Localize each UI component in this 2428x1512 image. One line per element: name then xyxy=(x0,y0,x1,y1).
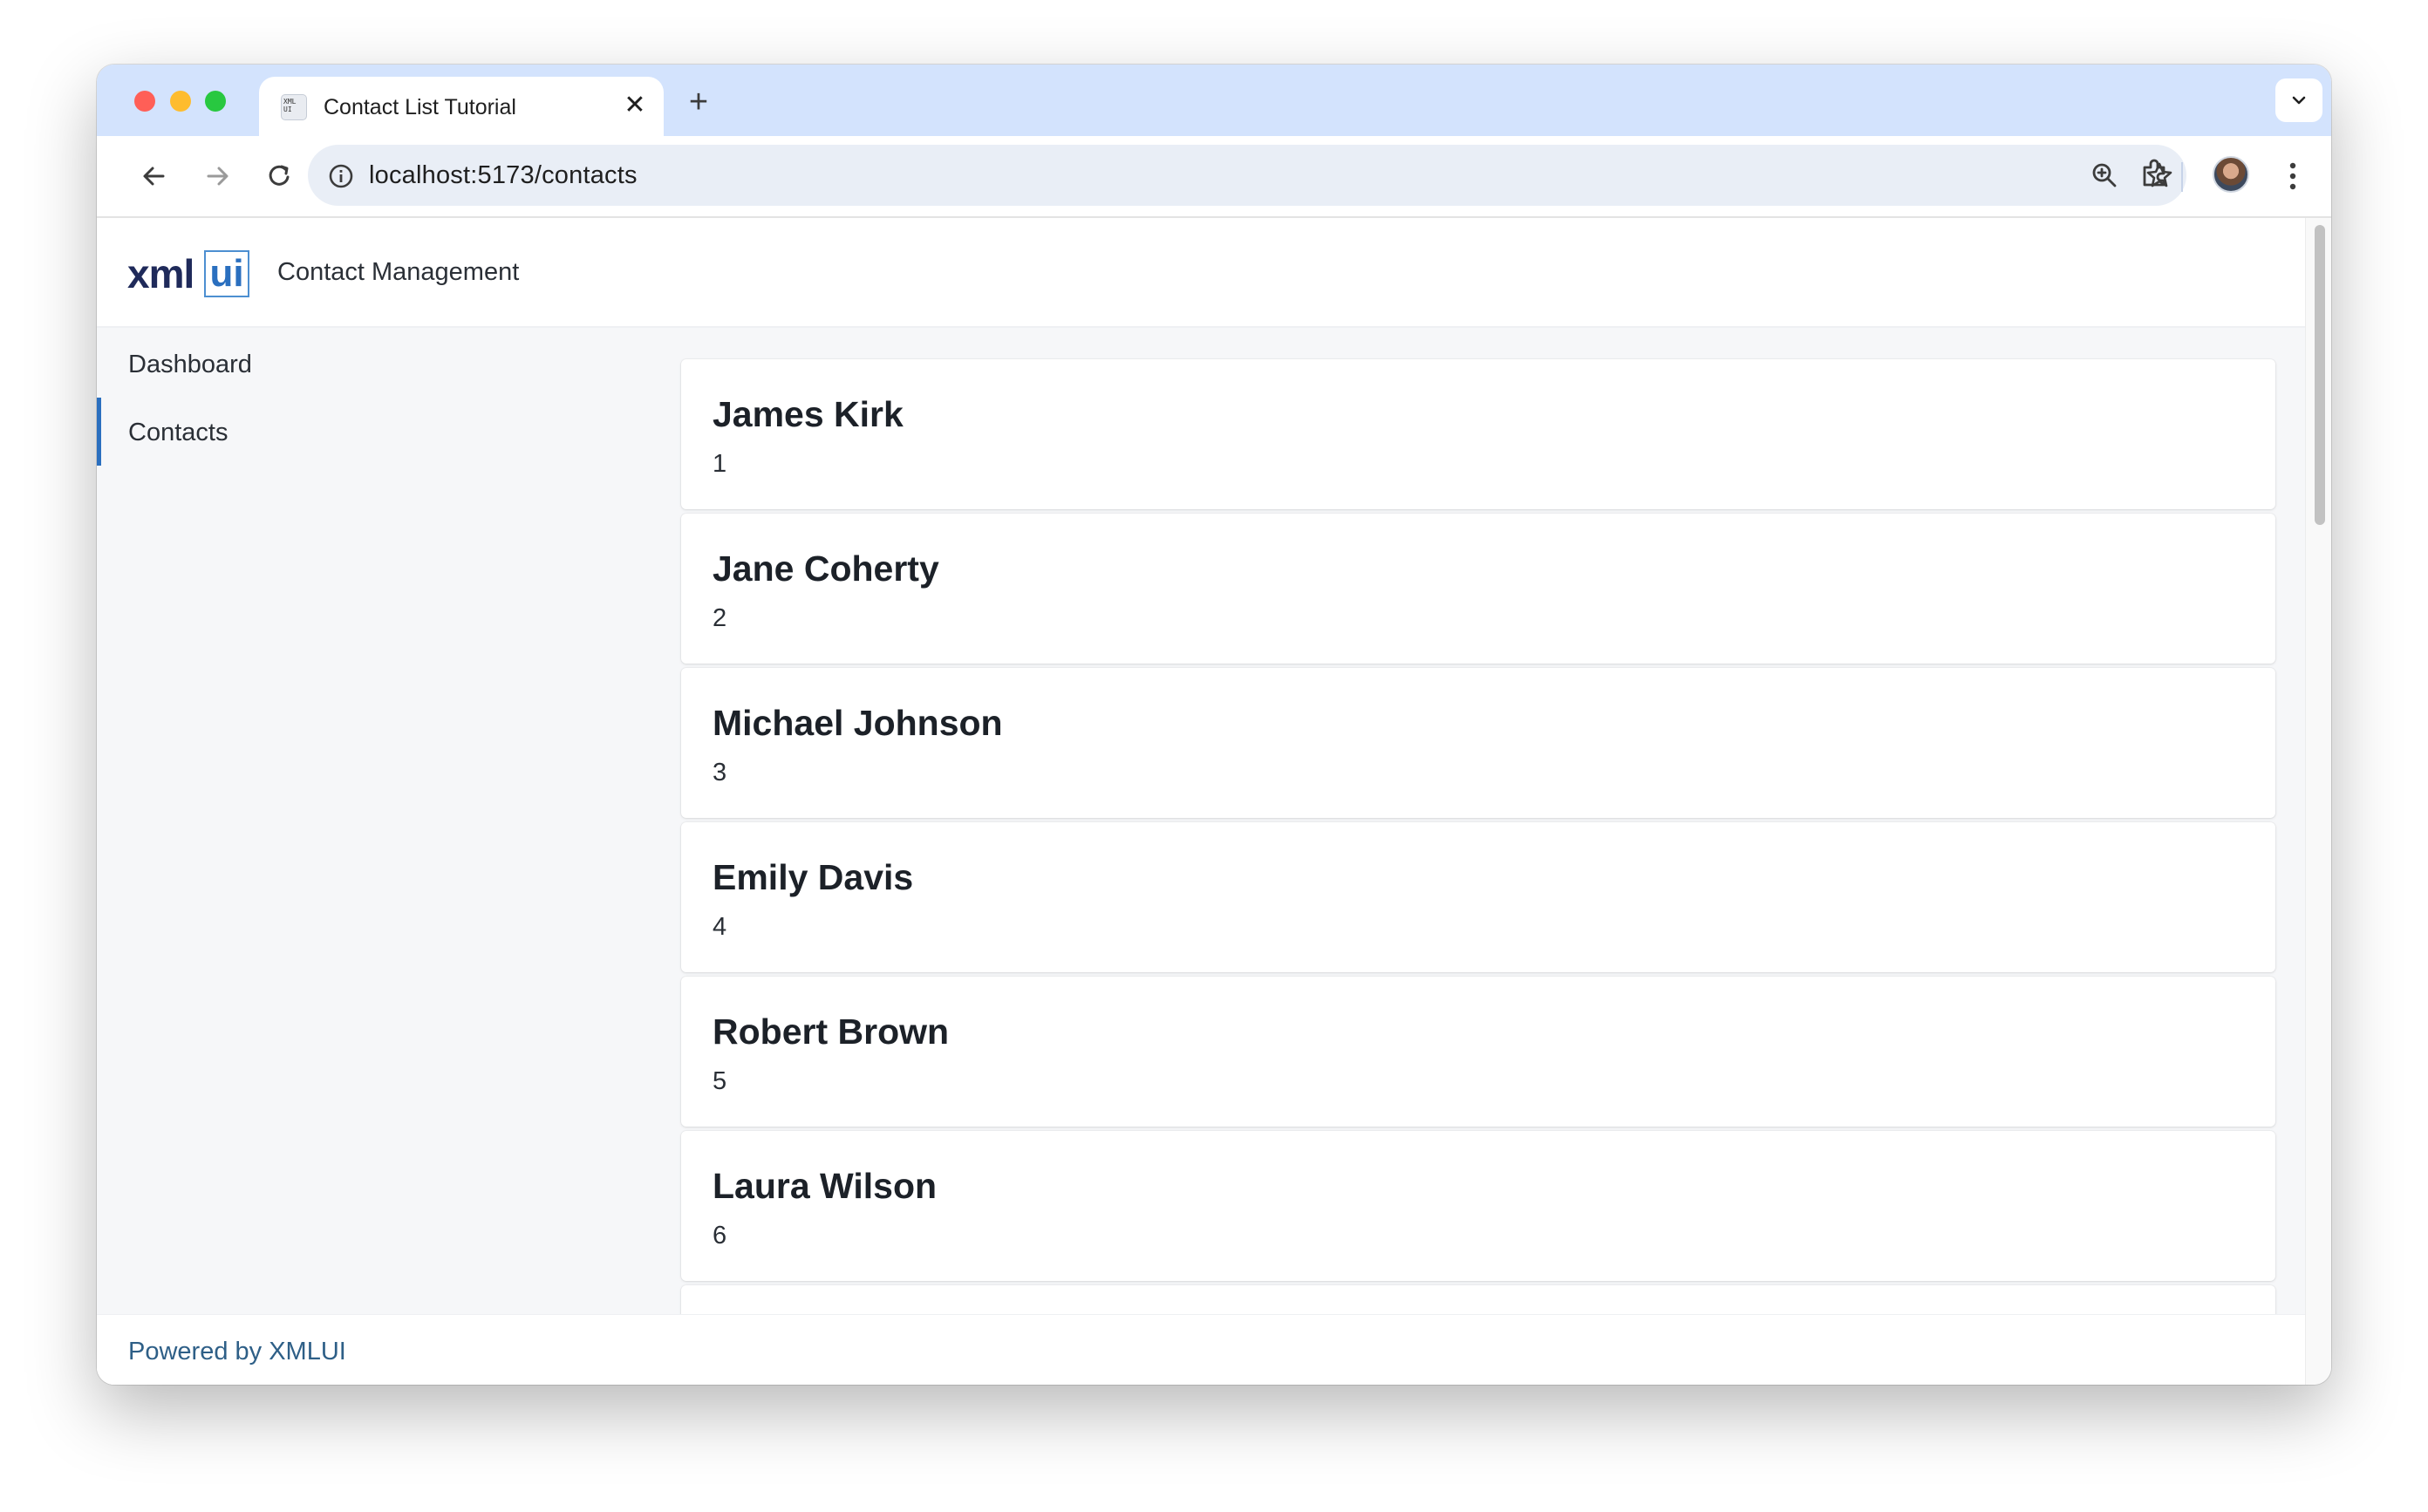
arrow-left-icon xyxy=(143,167,165,186)
close-window-button[interactable] xyxy=(134,91,155,112)
contact-name: Michael Johnson xyxy=(713,703,1003,743)
extensions-puzzle-icon[interactable] xyxy=(2138,155,2172,190)
xmlui-favicon-icon: XML UI xyxy=(281,94,307,120)
app-footer: Powered by XMLUI xyxy=(97,1314,2305,1385)
contact-name: Robert Brown xyxy=(713,1011,950,1052)
tab-search-button[interactable] xyxy=(2275,78,2322,122)
contact-id: 3 xyxy=(713,759,727,787)
contact-card[interactable]: Michael Johnson 3 xyxy=(681,668,2275,818)
sidebar-item-label: Dashboard xyxy=(128,351,252,378)
powered-by-link[interactable]: Powered by XMLUI xyxy=(128,1338,346,1366)
contact-id: 4 xyxy=(713,913,727,941)
page-viewport: xml ui Contact Management Dashboard Cont… xyxy=(97,218,2305,1385)
back-button[interactable] xyxy=(137,159,172,194)
chevron-down-icon xyxy=(2292,96,2306,105)
sidebar-nav: Dashboard Contacts xyxy=(97,328,650,1314)
more-menu-icon[interactable] xyxy=(2286,159,2300,194)
tab-contact-list-tutorial[interactable]: XML UI Contact List Tutorial ✕ xyxy=(259,77,664,136)
sidebar-item-label: Contacts xyxy=(128,419,228,446)
minimize-window-button[interactable] xyxy=(170,91,191,112)
contact-card[interactable]: Emily Davis 4 xyxy=(681,822,2275,972)
logo-xml-text: xml xyxy=(127,251,194,296)
tab-title: Contact List Tutorial xyxy=(324,95,516,119)
tab-strip: XML UI Contact List Tutorial ✕ + xyxy=(97,65,2331,136)
contact-card[interactable]: James Kirk 1 xyxy=(681,359,2275,509)
browser-window: XML UI Contact List Tutorial ✕ + localho… xyxy=(97,65,2331,1385)
toolbar-divider xyxy=(2181,162,2183,192)
browser-toolbar: localhost:5173/contacts xyxy=(97,136,2331,218)
sidebar-item-contacts[interactable]: Contacts xyxy=(97,398,650,466)
contact-card[interactable] xyxy=(681,1285,2275,1314)
vertical-scrollbar[interactable] xyxy=(2305,218,2331,1385)
contact-name: James Kirk xyxy=(713,394,904,434)
contact-id: 1 xyxy=(713,450,727,478)
contact-name: Jane Coherty xyxy=(713,548,939,589)
profile-avatar[interactable] xyxy=(2213,156,2249,193)
address-bar[interactable]: localhost:5173/contacts xyxy=(308,145,2186,206)
forward-button[interactable] xyxy=(200,159,235,194)
contact-id: 5 xyxy=(713,1067,727,1095)
site-info-icon[interactable] xyxy=(327,162,355,190)
scrollbar-thumb[interactable] xyxy=(2315,225,2325,525)
reload-icon xyxy=(269,165,290,186)
active-nav-indicator xyxy=(97,398,101,466)
arrow-right-icon xyxy=(207,167,228,186)
contact-name: Laura Wilson xyxy=(713,1166,938,1206)
logo-ui-text: ui xyxy=(204,250,249,297)
app-title: Contact Management xyxy=(277,258,520,286)
contact-card[interactable]: Jane Coherty 2 xyxy=(681,514,2275,664)
url-text[interactable]: localhost:5173/contacts xyxy=(369,161,638,190)
contact-name: Emily Davis xyxy=(713,857,914,897)
new-tab-button[interactable]: + xyxy=(681,85,716,120)
sidebar-item-dashboard[interactable]: Dashboard xyxy=(97,330,650,398)
contacts-list: James Kirk 1 Jane Coherty 2 Michael John… xyxy=(650,328,2305,1314)
reload-button[interactable] xyxy=(263,159,297,194)
contact-id: 6 xyxy=(713,1222,727,1250)
zoom-window-button[interactable] xyxy=(205,91,226,112)
contact-card[interactable]: Laura Wilson 6 xyxy=(681,1131,2275,1281)
contact-id: 2 xyxy=(713,604,727,632)
zoom-icon[interactable] xyxy=(2089,160,2120,191)
contact-card[interactable]: Robert Brown 5 xyxy=(681,977,2275,1127)
tab-close-icon[interactable]: ✕ xyxy=(620,91,650,120)
app-header: xml ui Contact Management xyxy=(97,218,2305,328)
